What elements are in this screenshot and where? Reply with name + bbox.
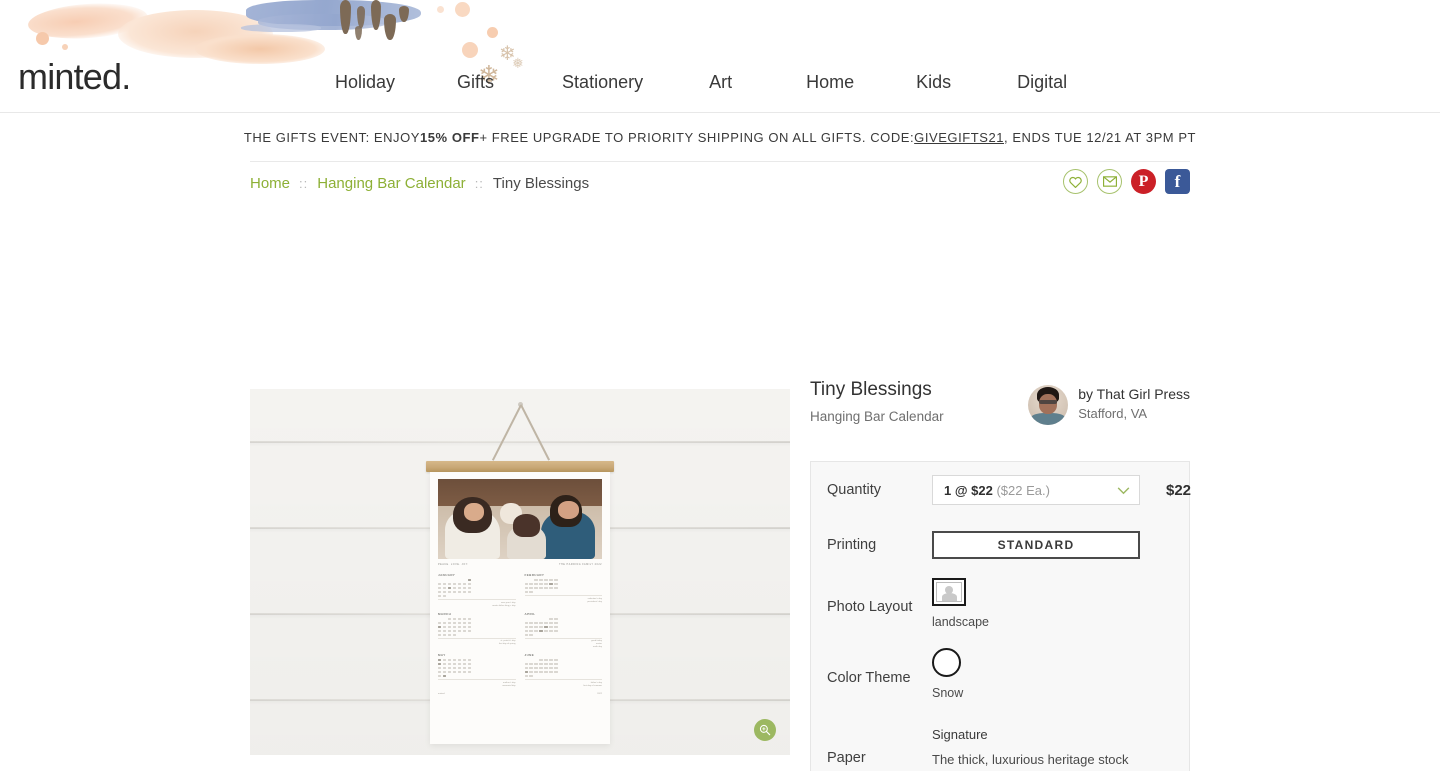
favorite-heart-icon[interactable] [1063,169,1088,194]
color-theme-selected-name: Snow [932,686,964,700]
watercolor-blue-stroke [246,0,421,26]
month-block: FEBRUARY valentine's day presidents' day [524,573,602,603]
confetti-dot [62,44,68,50]
nav-item-gifts[interactable]: Gifts [457,72,494,93]
icicle-icon [399,6,409,22]
artist-location: Stafford, VA [1078,405,1148,421]
breadcrumb-current: Tiny Blessings [492,175,590,192]
promo-discount: 15% OFF [420,129,480,145]
option-row-quantity: Quantity 1 @ $22 ($22 Ea.) $22 [811,462,1192,518]
confetti-dot [437,6,444,13]
icicle-icon [357,6,365,28]
pinterest-icon[interactable]: P [1131,169,1156,194]
option-row-photo-layout: Photo Layout landscape [811,572,1189,642]
breadcrumb: Home :: Hanging Bar Calendar :: Tiny Ble… [250,175,589,192]
watercolor-blue-stroke [258,14,388,30]
watercolor-peach-wash [195,34,325,64]
option-row-paper: Paper Signature The thick, luxurious her… [811,713,1189,771]
paper-name: Signature [932,727,988,742]
calendar-sheet: PEACE. LOVE. JOY. THE HARDING FAMILY 202… [430,472,610,744]
zoom-magnifier-icon[interactable] [754,719,776,741]
divider [250,161,1190,162]
promo-middle: + FREE UPGRADE TO PRIORITY SHIPPING ON A… [479,129,915,145]
month-block: JANUARY new year's day martin luther king … [438,573,516,607]
quantity-value: 1 @ $22 [944,482,993,498]
snowflake-icon: ❄ [499,43,516,65]
breadcrumb-home[interactable]: Home [250,175,290,192]
artist-by-label: by [1078,386,1093,402]
artist-info: by That Girl Press Stafford, VA [1028,385,1190,425]
month-block: JUNE father's day first day of summer [524,653,602,687]
icicle-icon [384,14,396,40]
photo-layout-selected-name: landscape [932,615,989,629]
month-grid: JANUARY new year's day martin luther king … [438,573,602,688]
photo-layout-swatch-landscape[interactable] [932,578,966,606]
confetti-dot [487,27,498,38]
unit-price: $22 [1166,481,1192,499]
calendar-product: PEACE. LOVE. JOY. THE HARDING FAMILY 202… [426,461,614,744]
site-header: ❄ ❄ ❅ minted. Holiday Gifts Stationery A… [0,0,1440,113]
paper-label: Paper [827,750,866,767]
caption-left: PEACE. LOVE. JOY. [438,563,469,566]
product-options: Quantity 1 @ $22 ($22 Ea.) $22 Printing … [810,461,1192,771]
breadcrumb-category[interactable]: Hanging Bar Calendar [317,175,465,192]
calendar-brand: minted [438,692,445,695]
nav-item-digital[interactable]: Digital [1017,72,1067,93]
nav-item-stationery[interactable]: Stationery [562,72,643,93]
breadcrumb-separator: :: [474,176,484,191]
confetti-dot [462,42,478,58]
photo-layout-label: Photo Layout [827,599,913,615]
chevron-down-icon [1117,483,1130,498]
hero-product-image[interactable]: PEACE. LOVE. JOY. THE HARDING FAMILY 202… [250,389,790,755]
icicle-icon [371,0,381,30]
nav-item-kids[interactable]: Kids [916,72,951,93]
artist-avatar[interactable] [1028,385,1069,425]
quantity-select[interactable]: 1 @ $22 ($22 Ea.) [932,475,1140,505]
month-block: APRIL good friday easter earth day [524,611,602,649]
social-share-group: P f [1063,169,1190,194]
minted-logo[interactable]: minted. [18,56,131,98]
facebook-icon[interactable]: f [1165,169,1190,194]
printing-standard-button[interactable]: STANDARD [932,531,1140,559]
month-block: MARCH st. patrick's day first day of sprin… [438,611,516,646]
confetti-dot [455,2,470,17]
watercolor-peach-wash [26,0,150,43]
calendar-caption: PEACE. LOVE. JOY. THE HARDING FAMILY 202… [438,563,602,566]
caption-right: THE HARDING FAMILY 2022 [559,563,602,566]
person-silhouette-icon [936,582,962,602]
quantity-each: ($22 Ea.) [996,482,1050,498]
email-envelope-icon[interactable] [1097,169,1122,194]
product-gallery: PEACE. LOVE. JOY. THE HARDING FAMILY 202… [250,389,790,755]
month-block: MAY mother's day memorial day [438,653,516,687]
watercolor-blue-stroke [241,24,321,32]
paper-description: The thick, luxurious heritage stock that… [932,752,1129,771]
printing-label: Printing [827,537,877,553]
quantity-label: Quantity [827,482,881,498]
icicle-icon [340,0,351,34]
product-details-panel: Tiny Blessings Hanging Bar Calendar by T… [810,379,1192,771]
family-photo [438,479,602,559]
nav-item-holiday[interactable]: Holiday [335,72,395,93]
wooden-hanging-bar [426,461,614,472]
color-theme-label: Color Theme [827,669,911,686]
nav-item-art[interactable]: Art [709,72,732,93]
option-row-color-theme: Color Theme Snow [811,642,1189,713]
snowflake-icon: ❅ [512,55,524,71]
promo-suffix: , ENDS TUE 12/21 AT 3PM PT [1004,129,1197,145]
promo-prefix: THE GIFTS EVENT: ENJOY [243,129,420,145]
nav-item-home[interactable]: Home [806,72,854,93]
icicle-icon [355,26,362,40]
confetti-dot [36,32,49,45]
color-theme-swatch-snow[interactable] [932,648,961,677]
watercolor-peach-wash [118,10,273,58]
main-navigation: Holiday Gifts Stationery Art Home Kids D… [335,72,1067,93]
option-row-printing: Printing STANDARD [811,518,1189,572]
breadcrumb-separator: :: [299,176,309,191]
calendar-footer: minted 2022 [438,693,602,695]
promo-banner: THE GIFTS EVENT: ENJOY 15% OFF + FREE UP… [0,113,1440,161]
promo-code[interactable]: GIVEGIFTS21 [914,130,1004,145]
calendar-year: 2022 [597,692,602,695]
artist-name-link[interactable]: That Girl Press [1097,386,1190,402]
